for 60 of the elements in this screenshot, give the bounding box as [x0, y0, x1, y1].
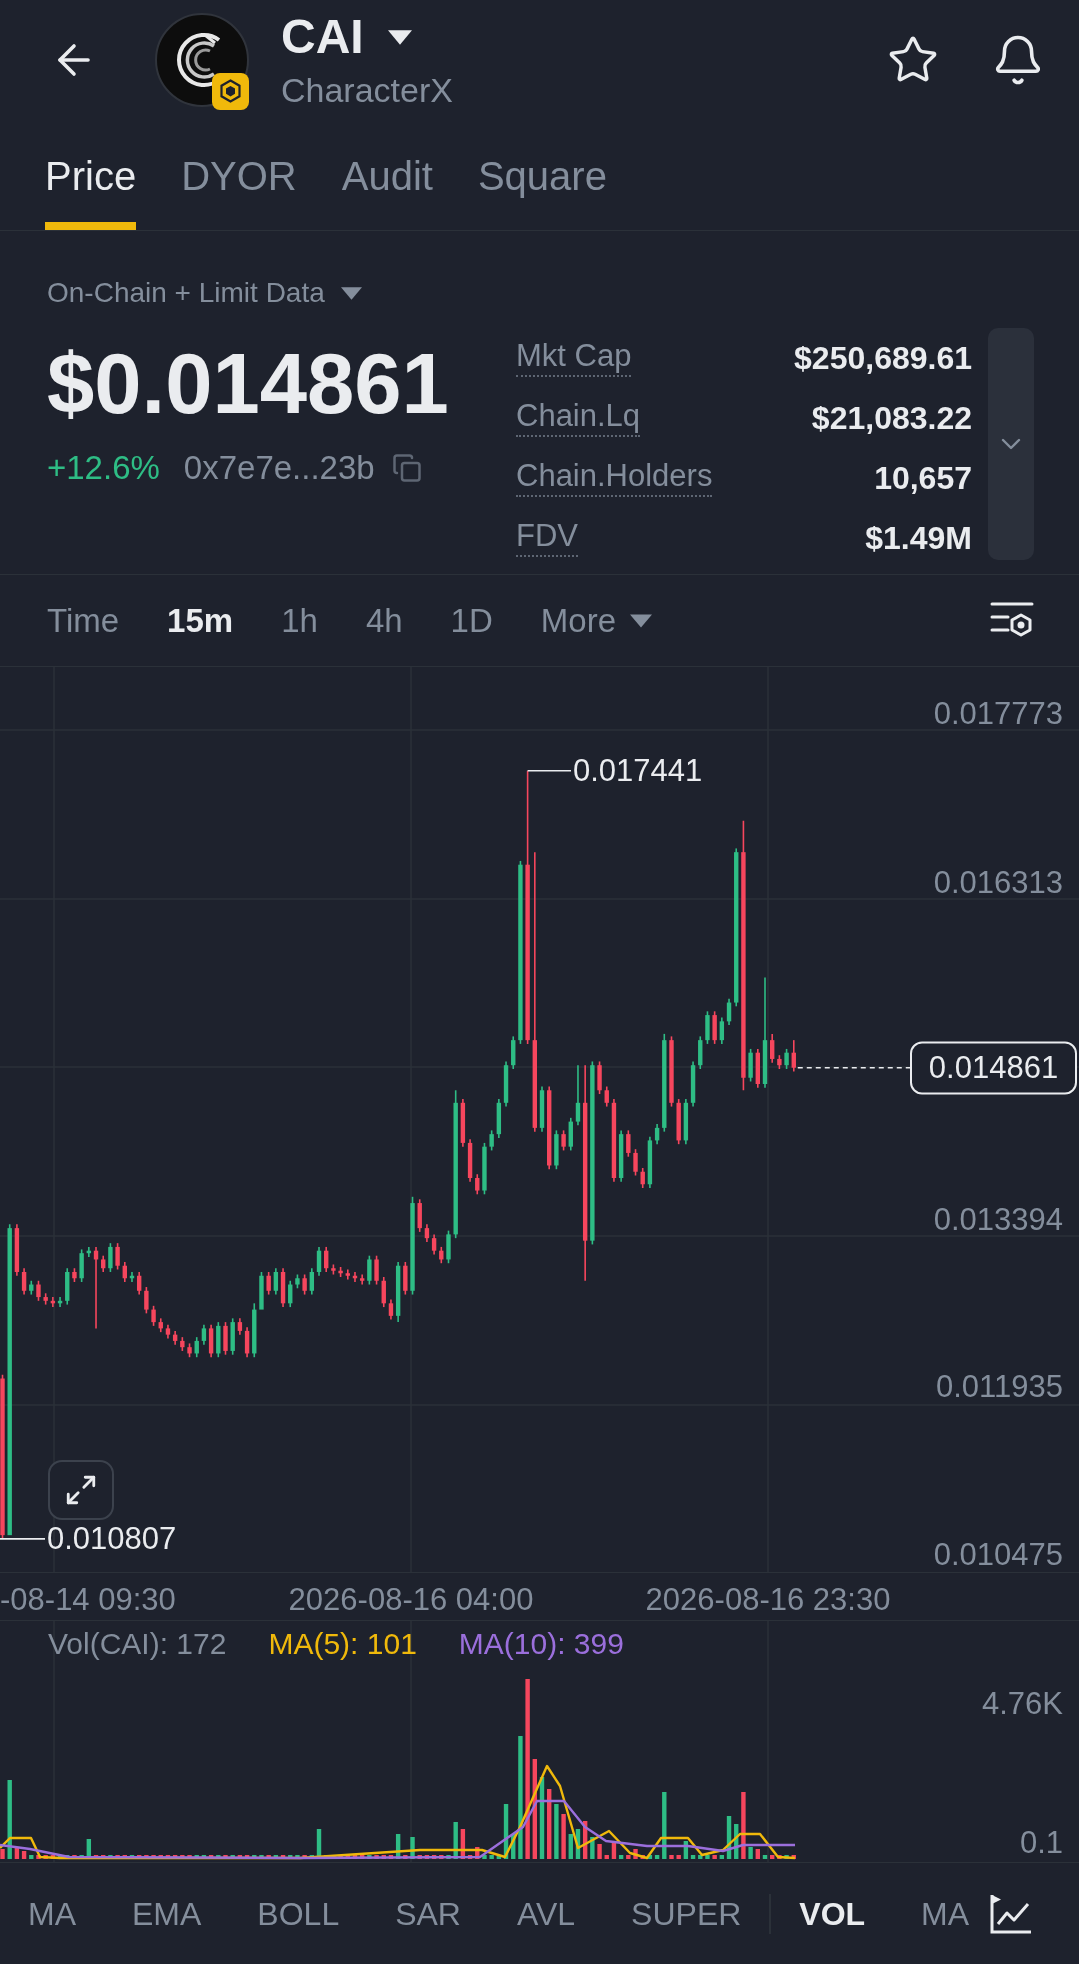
stat-label[interactable]: FDV	[516, 519, 578, 557]
line-chart-icon	[989, 1892, 1033, 1935]
indicator-tab[interactable]: EMA	[132, 1895, 202, 1932]
stat-value: 10,657	[874, 460, 972, 496]
volume-legend-item: MA(10): 399	[458, 1627, 624, 1661]
copy-icon	[391, 453, 422, 483]
volume-legend-item: Vol(CAI): 172	[48, 1627, 227, 1661]
expand-button[interactable]	[48, 1460, 114, 1520]
high-price-label: 0.017441	[573, 753, 703, 788]
price-axis-label: 0.013394	[933, 1203, 1063, 1237]
price-axis-label: 0.016313	[933, 866, 1063, 900]
expand-icon	[64, 1473, 98, 1507]
last-price-tag: 0.014861	[910, 1041, 1077, 1095]
stat-label[interactable]: Mkt Cap	[516, 339, 632, 377]
current-price: $0.014861	[47, 341, 449, 426]
interval-tab[interactable]: Time	[47, 602, 120, 639]
indicator-tab[interactable]: MA	[28, 1895, 76, 1932]
copy-button[interactable]	[390, 452, 423, 484]
interval-tab[interactable]: 15m	[167, 602, 234, 639]
token-name: CharacterX	[281, 71, 453, 109]
indicator-tab[interactable]: SUPER	[631, 1895, 742, 1932]
indicator-tab[interactable]: VOL	[799, 1895, 866, 1932]
indicator-tab[interactable]: SAR	[395, 1895, 461, 1932]
interval-tab[interactable]: 4h	[365, 602, 403, 639]
chain-badge-icon	[212, 73, 249, 110]
stat-label[interactable]: Chain.Lq	[516, 399, 641, 437]
caret-down-icon	[630, 613, 652, 628]
tab[interactable]: Square	[477, 156, 607, 230]
interval-tab[interactable]: 1h	[281, 602, 318, 639]
time-axis-label: 2026-08-16 23:30	[645, 1583, 891, 1617]
tab[interactable]: Audit	[341, 156, 433, 230]
caret-down-icon	[387, 29, 412, 45]
stat-value: $250,689.61	[794, 340, 972, 376]
low-price-label: 0.010807	[47, 1521, 177, 1556]
chart-type-button[interactable]	[989, 1892, 1033, 1935]
more-dropdown[interactable]: More	[540, 602, 652, 639]
tab[interactable]: DYOR	[181, 156, 297, 230]
tab[interactable]: Price	[45, 156, 137, 230]
indicator-tab[interactable]: BOLL	[257, 1895, 340, 1932]
price-axis-label: 0.017773	[933, 697, 1063, 731]
data-source-dropdown[interactable]: On-Chain + Limit Data	[47, 277, 362, 309]
stat-label[interactable]: Chain.Holders	[516, 459, 713, 497]
stat-value: $21,083.22	[811, 400, 972, 436]
time-axis-label: 2026-08-16 04:00	[288, 1583, 534, 1617]
time-axis-label: -08-14 09:30	[0, 1583, 176, 1617]
interval-tab[interactable]: 1D	[450, 602, 493, 639]
volume-axis-label: 4.76K	[982, 1687, 1063, 1721]
token-symbol[interactable]: CAI	[281, 11, 364, 63]
indicator-tab[interactable]: AVL	[516, 1895, 576, 1932]
stat-value: $1.49M	[865, 520, 972, 556]
indicator-tab[interactable]: MA	[921, 1895, 970, 1932]
volume-axis-label: 0.1	[1019, 1826, 1063, 1860]
price-change: +12.6%	[47, 450, 160, 486]
low-price-leader	[0, 1538, 46, 1540]
contract-address: 0x7e7e...23b	[183, 450, 375, 486]
price-axis-label: 0.010475	[933, 1538, 1063, 1572]
price-axis-label: 0.011935	[936, 1370, 1063, 1404]
volume-legend-item: MA(5): 101	[268, 1627, 417, 1661]
caret-down-icon	[340, 286, 362, 300]
high-price-leader	[526, 769, 572, 772]
